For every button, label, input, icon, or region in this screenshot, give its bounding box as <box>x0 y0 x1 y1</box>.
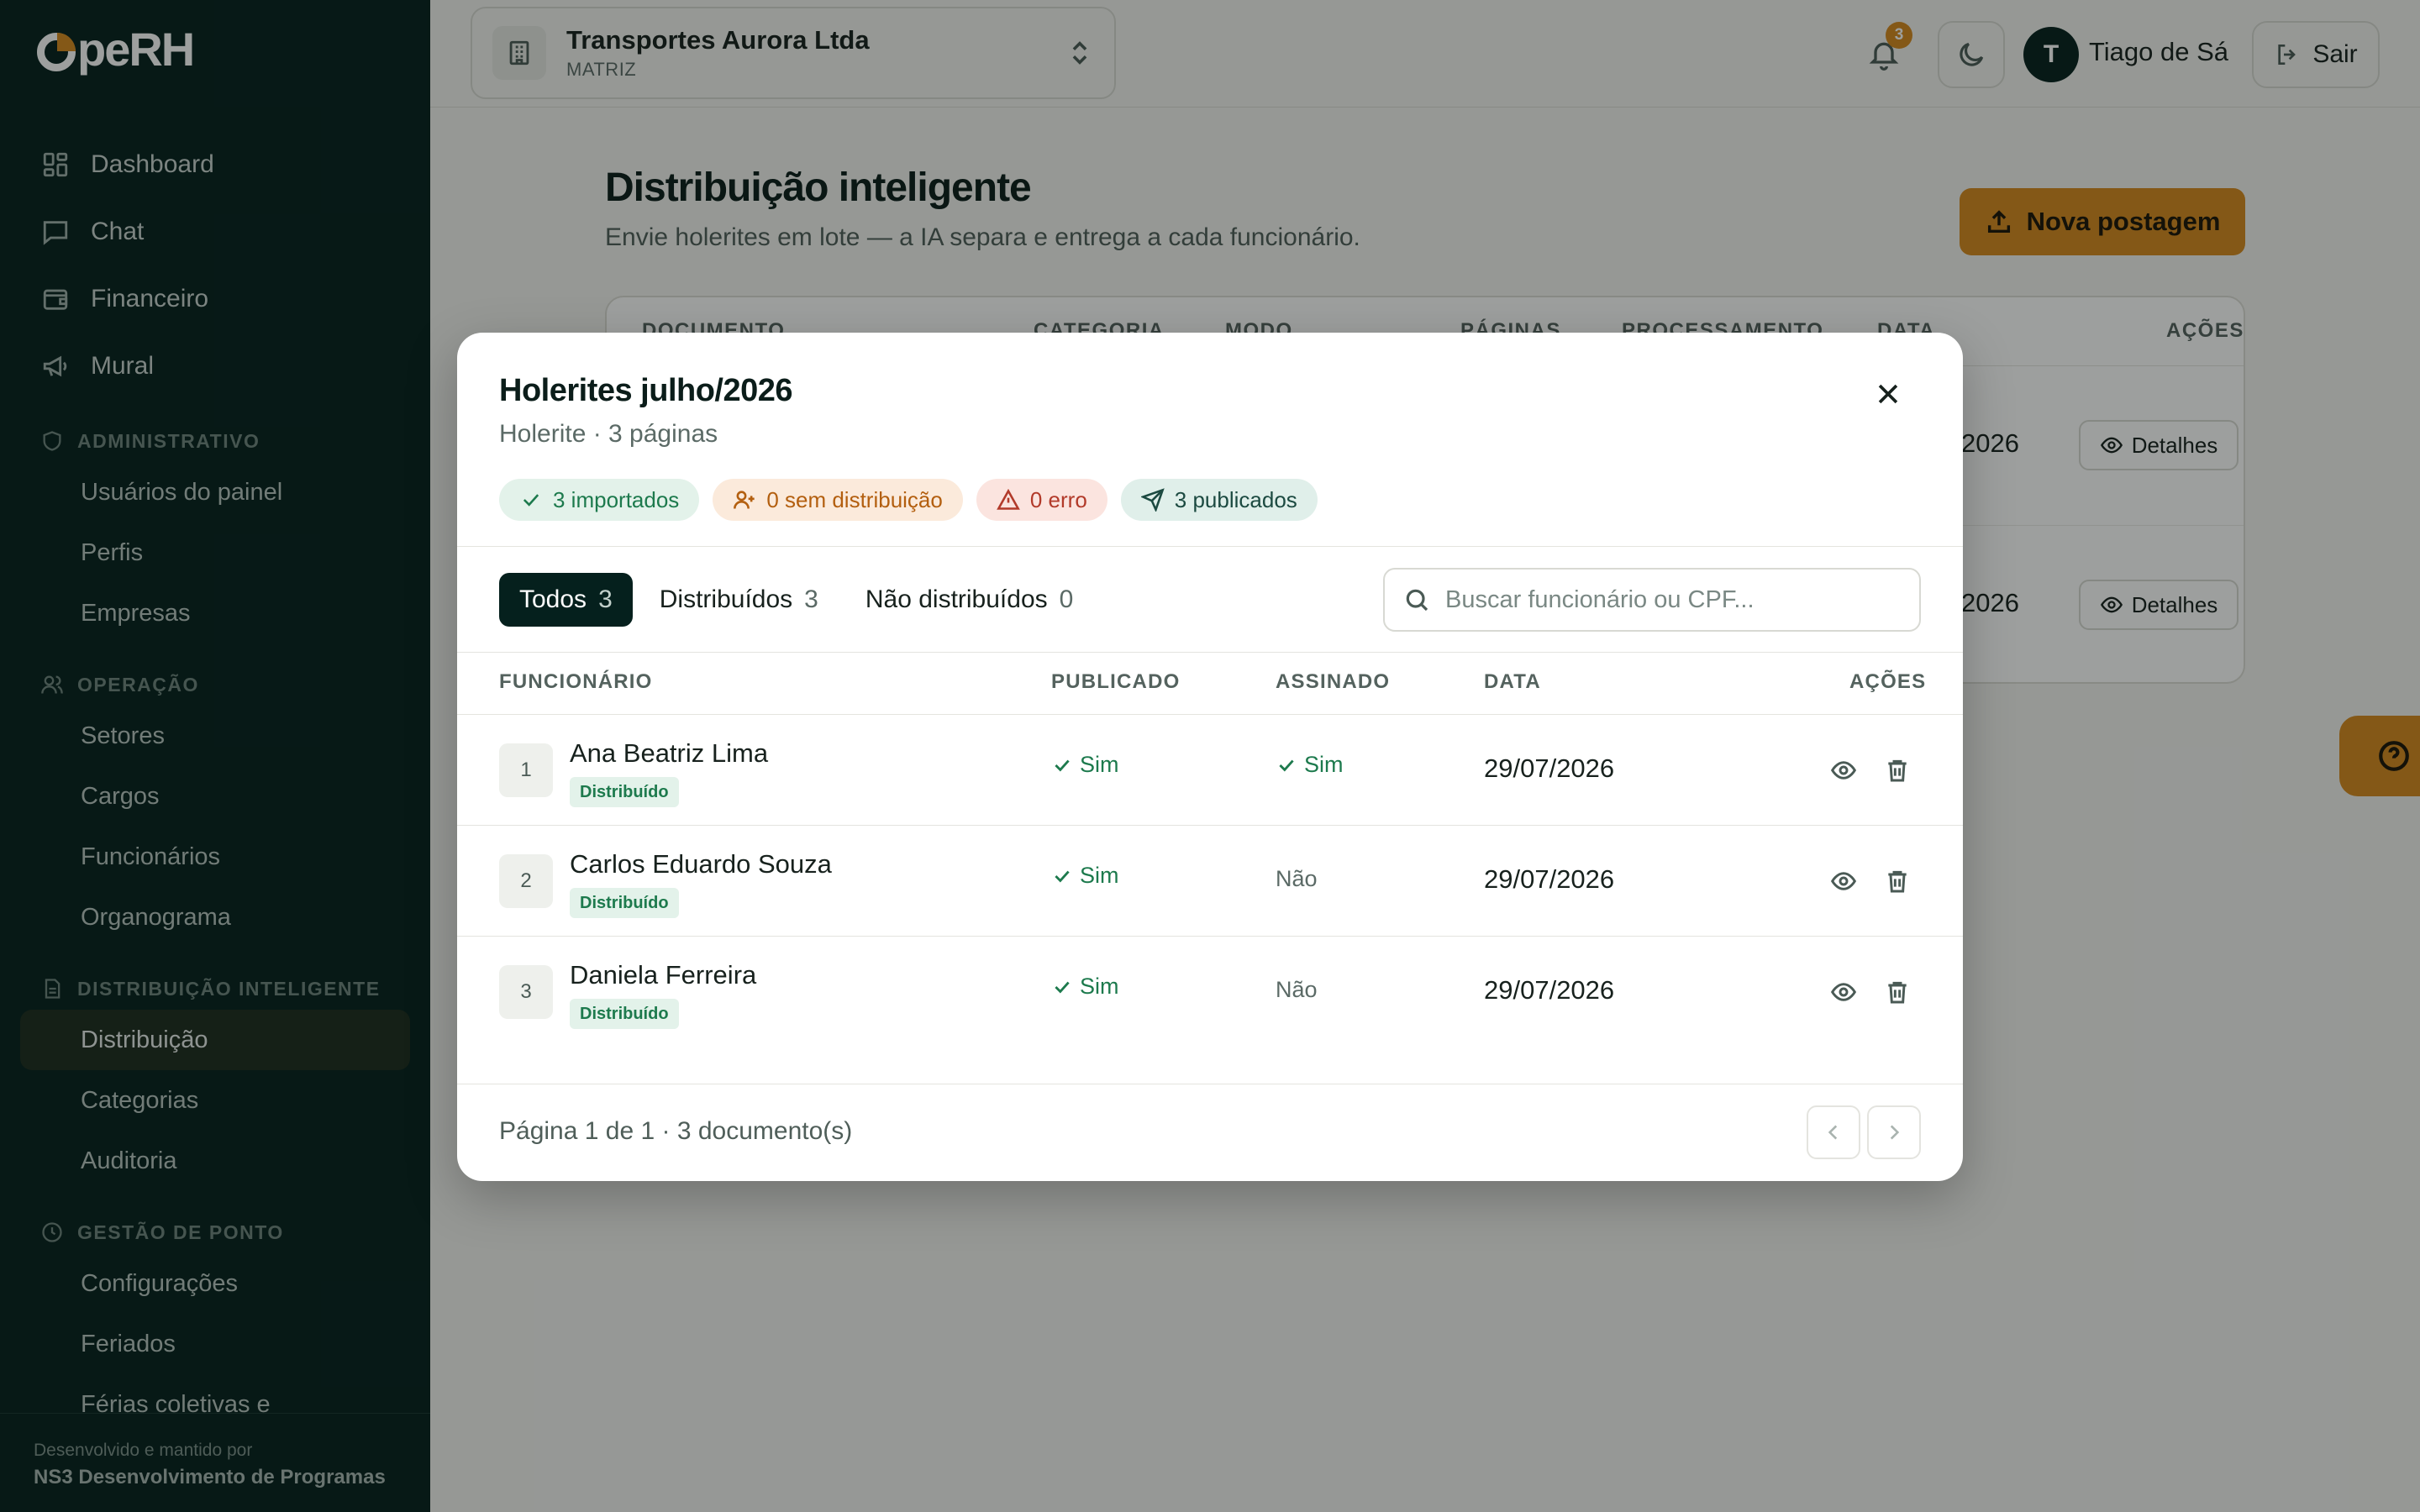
published-cell: Sim <box>1051 752 1119 778</box>
published-value: Sim <box>1080 863 1119 888</box>
signed-cell: Não <box>1276 977 1318 1003</box>
check-icon <box>1055 981 1070 993</box>
row-index: 1 <box>499 743 553 797</box>
tab-label: Não distribuídos <box>865 585 1048 613</box>
user-plus-icon <box>734 491 755 509</box>
tab-count: 3 <box>804 585 818 613</box>
delete-button[interactable] <box>1881 753 1914 787</box>
published-value: Sim <box>1080 974 1119 999</box>
view-button[interactable] <box>1827 753 1860 787</box>
status-badge: Distribuído <box>570 999 679 1029</box>
chip-label: 0 sem distribuição <box>766 486 943 512</box>
status-badge: Distribuído <box>570 888 679 918</box>
delete-button[interactable] <box>1881 864 1914 898</box>
row-date: 29/07/2026 <box>1484 975 1615 1005</box>
published-chip: 3 publicados <box>1120 479 1318 521</box>
row-index: 3 <box>499 965 553 1019</box>
check-icon <box>1055 759 1070 771</box>
modal-subtitle: Holerite · 3 páginas <box>499 420 718 448</box>
close-icon <box>1878 384 1898 404</box>
table-row[interactable]: 2 Carlos Eduardo Souza Distribuído Sim N… <box>457 825 1963 936</box>
employee-name: Ana Beatriz Lima <box>570 738 769 768</box>
trash-icon <box>1888 759 1907 782</box>
chip-label: 0 erro <box>1029 486 1087 512</box>
check-icon <box>1055 870 1070 882</box>
column-header: DATA <box>1484 670 1541 693</box>
chip-label: 3 publicados <box>1174 486 1297 512</box>
table-row[interactable]: 1 Ana Beatriz Lima Distribuído Sim Sim 2… <box>457 714 1963 825</box>
signed-value: Não <box>1276 866 1318 891</box>
chevron-left-icon <box>1828 1125 1838 1140</box>
error-chip: 0 erro <box>976 479 1107 521</box>
row-date: 29/07/2026 <box>1484 864 1615 894</box>
eye-icon <box>1830 983 1857 1001</box>
employee-search[interactable] <box>1383 568 1921 632</box>
next-page-button[interactable] <box>1867 1105 1921 1159</box>
pagination-info: Página 1 de 1 · 3 documento(s) <box>499 1117 853 1145</box>
modal-title: Holerites julho/2026 <box>499 373 793 408</box>
chip-label: 3 importados <box>553 486 680 512</box>
column-header: PUBLICADO <box>1051 670 1181 693</box>
tab-count: 3 <box>598 585 613 613</box>
delete-button[interactable] <box>1881 975 1914 1009</box>
divider <box>457 652 1963 653</box>
summary-chips: 3 importados 0 sem distribuição 0 erro 3… <box>499 479 1318 521</box>
eye-icon <box>1830 872 1857 890</box>
search-input[interactable] <box>1445 585 1916 614</box>
column-header: FUNCIONÁRIO <box>499 670 653 693</box>
alert-triangle-icon <box>997 488 1020 510</box>
previous-page-button[interactable] <box>1807 1105 1860 1159</box>
distribution-details-modal: Holerites julho/2026 Holerite · 3 página… <box>457 333 1963 1181</box>
tab-label: Todos <box>519 585 587 613</box>
filter-tabs: Todos 3 Distribuídos 3 Não distribuídos 0 <box>499 573 1100 627</box>
tab-label: Distribuídos <box>659 585 793 613</box>
trash-icon <box>1888 870 1907 893</box>
signed-value: Não <box>1276 977 1318 1002</box>
status-badge: Distribuído <box>570 777 679 807</box>
published-cell: Sim <box>1051 974 1119 1000</box>
published-cell: Sim <box>1051 863 1119 889</box>
tab-count: 0 <box>1059 585 1074 613</box>
tab-distribuidos[interactable]: Distribuídos 3 <box>639 573 839 627</box>
close-button[interactable] <box>1869 375 1907 413</box>
signed-value: Sim <box>1304 752 1344 777</box>
eye-icon <box>1830 761 1857 780</box>
undistributed-chip: 0 sem distribuição <box>713 479 963 521</box>
send-icon <box>1140 488 1165 512</box>
published-value: Sim <box>1080 752 1119 777</box>
imported-chip: 3 importados <box>499 479 700 521</box>
tab-todos[interactable]: Todos 3 <box>499 573 633 627</box>
row-date: 29/07/2026 <box>1484 753 1615 783</box>
table-row[interactable]: 3 Daniela Ferreira Distribuído Sim Não 2… <box>457 936 1963 1047</box>
employee-name: Carlos Eduardo Souza <box>570 849 832 879</box>
employee-name: Daniela Ferreira <box>570 960 757 990</box>
trash-icon <box>1888 981 1907 1004</box>
view-button[interactable] <box>1827 864 1860 898</box>
column-header: ASSINADO <box>1276 670 1391 693</box>
check-icon <box>523 494 539 507</box>
divider <box>457 546 1963 547</box>
tab-nao-distribuidos[interactable]: Não distribuídos 0 <box>845 573 1093 627</box>
check-icon <box>1279 759 1294 771</box>
row-index: 2 <box>499 854 553 908</box>
signed-cell: Sim <box>1276 752 1344 778</box>
signed-cell: Não <box>1276 866 1318 892</box>
search-icon <box>1406 589 1428 612</box>
view-button[interactable] <box>1827 975 1860 1009</box>
chevron-right-icon <box>1890 1125 1900 1140</box>
column-header: AÇÕES <box>1849 670 1927 693</box>
